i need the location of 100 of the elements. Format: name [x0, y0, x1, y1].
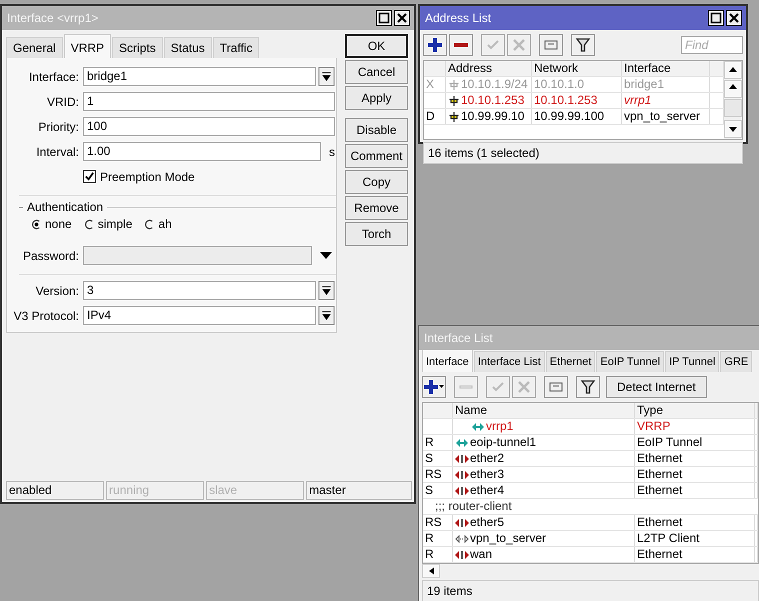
window-title: Address List [425, 11, 492, 25]
find-field[interactable]: Find [681, 36, 743, 54]
table-cell: EoIP Tunnel [635, 435, 755, 450]
interface-row[interactable]: R vpn_to_server L2TP Client [423, 531, 758, 548]
table-cell: Ethernet [635, 515, 755, 530]
table-cell: vrrp1 [486, 419, 514, 434]
maximize-icon[interactable] [708, 10, 724, 26]
flag-cell: R [423, 435, 453, 450]
tab[interactable]: VRRP [64, 34, 112, 58]
window-title: Interface <vrrp1> [7, 11, 98, 25]
radio-option[interactable]: none [31, 217, 72, 231]
input-field[interactable]: 3 [83, 281, 316, 300]
checkbox[interactable] [83, 170, 96, 183]
flag-cell: R [423, 547, 453, 562]
port-arrows-icon [455, 550, 469, 560]
tab[interactable]: EoIP Tunnel [596, 351, 664, 372]
column-header[interactable]: Address [446, 61, 532, 76]
double-arrow-icon [455, 438, 469, 448]
column-header[interactable]: Name [453, 403, 635, 418]
address-icon [448, 110, 460, 122]
interface-row[interactable]: S ether2 Ethernet [423, 451, 758, 468]
status-text: 19 items [422, 580, 759, 601]
table-cell: wan [470, 547, 492, 562]
comment-button[interactable] [544, 376, 568, 398]
interface-row[interactable]: R wan Ethernet [423, 547, 758, 564]
add-button[interactable] [422, 376, 446, 398]
flag-cell: RS [423, 515, 453, 530]
interface-row[interactable]: RS ether3 Ethernet [423, 467, 758, 484]
dialog-button[interactable]: Comment [345, 144, 408, 168]
interface-row[interactable]: RS ether5 Ethernet [423, 515, 758, 532]
dialog-button[interactable]: Remove [345, 196, 408, 220]
flag-cell: D [424, 109, 446, 124]
column-header[interactable]: Type [635, 403, 755, 418]
table-cell: vpn_to_server [470, 531, 546, 546]
dialog-button[interactable]: Disable [345, 118, 408, 142]
input-field[interactable]: 1 [83, 92, 335, 111]
table-cell: vpn_to_server [622, 109, 710, 124]
address-icon [448, 94, 460, 106]
flag-cell: R [423, 531, 453, 546]
radio-option[interactable]: ah [144, 217, 172, 231]
dialog-button[interactable]: OK [345, 34, 408, 58]
field-label: Interface: [28, 70, 80, 84]
dropdown-button[interactable] [318, 67, 335, 86]
tab[interactable]: IP Tunnel [665, 351, 720, 372]
dialog-button[interactable]: Copy [345, 170, 408, 194]
radio-button[interactable] [84, 218, 95, 230]
table-cell: L2TP Client [635, 531, 755, 546]
dialog-button[interactable]: Cancel [345, 60, 408, 84]
radio-option[interactable]: simple [84, 217, 132, 231]
interface-row[interactable]: vrrp1 VRRP [423, 419, 758, 436]
interface-row[interactable]: R eoip-tunnel1 EoIP Tunnel [423, 435, 758, 452]
comment-text: ;;; router-client [435, 499, 512, 514]
dropdown-button[interactable] [318, 281, 335, 300]
input-field[interactable]: 1.00 [83, 142, 321, 161]
filter-button[interactable] [571, 34, 595, 56]
address-icon [448, 78, 460, 90]
table-cell: Ethernet [635, 451, 755, 466]
input-field[interactable]: bridge1 [83, 67, 316, 86]
close-icon[interactable] [726, 10, 742, 26]
port-arrows-icon [455, 470, 469, 480]
table-cell: 10.10.1.0 [532, 77, 622, 92]
port-arrows-icon [455, 518, 469, 528]
table-cell: 10.10.1.253 [532, 93, 622, 108]
comment-button[interactable] [539, 34, 563, 56]
input-field[interactable]: 100 [83, 117, 335, 136]
flag-cell: X [424, 77, 446, 92]
address-row[interactable]: D 10.99.99.10 10.99.99.100 vpn_to_server [424, 109, 724, 125]
dialog-button[interactable]: Torch [345, 222, 408, 246]
remove-button[interactable] [449, 34, 473, 56]
dialog-button[interactable]: Apply [345, 86, 408, 110]
tab[interactable]: General [6, 37, 63, 58]
table-cell: ether2 [470, 451, 504, 466]
close-icon[interactable] [394, 10, 410, 26]
tab[interactable]: Traffic [212, 37, 260, 58]
tab[interactable]: GRE [720, 351, 752, 372]
field-label: Priority: [37, 120, 80, 134]
radio-button[interactable] [31, 218, 42, 230]
column-header[interactable]: Network [532, 61, 622, 76]
tab[interactable]: Ethernet [546, 351, 596, 372]
column-header[interactable]: Interface [622, 61, 710, 76]
table-cell: VRRP [635, 419, 755, 434]
tab[interactable]: Interface List [474, 351, 545, 372]
filter-button[interactable] [576, 376, 600, 398]
preemption-checkbox[interactable]: Preemption Mode [83, 170, 195, 184]
tab[interactable]: Status [164, 37, 212, 58]
detect-internet-button[interactable]: Detect Internet [606, 376, 707, 398]
tab[interactable]: Interface [422, 350, 473, 372]
dropdown-button[interactable] [318, 306, 335, 325]
table-cell: Ethernet [635, 483, 755, 498]
dropdown-arrow-icon[interactable] [320, 252, 332, 260]
tab[interactable]: Scripts [112, 37, 163, 58]
scrollbar[interactable] [724, 61, 742, 139]
maximize-icon[interactable] [376, 10, 392, 26]
interface-row[interactable]: S ether4 Ethernet [423, 483, 758, 500]
double-arrow-icon [471, 422, 485, 432]
address-row[interactable]: 10.10.1.253 10.10.1.253 vrrp1 [424, 93, 724, 109]
add-button[interactable] [423, 34, 447, 56]
field-label: Interval: [35, 144, 80, 158]
radio-button[interactable] [144, 218, 156, 230]
input-field[interactable]: IPv4 [83, 306, 316, 325]
